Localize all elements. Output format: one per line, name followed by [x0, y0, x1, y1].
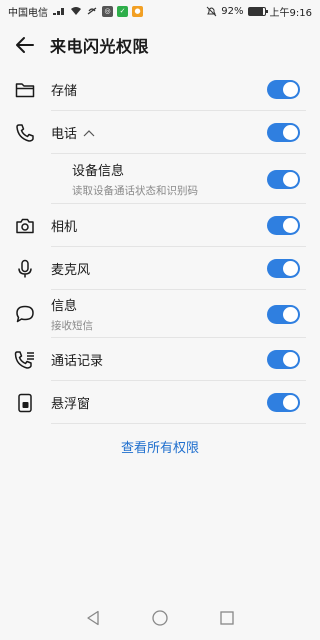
mute-notify-icon — [86, 6, 98, 16]
permission-row-camera[interactable]: 相机 — [0, 204, 320, 247]
permission-row-message[interactable]: 信息 接收短信 — [0, 290, 320, 338]
permission-row-phone[interactable]: 电话 — [0, 111, 320, 154]
device-info-toggle[interactable] — [267, 169, 300, 189]
camera-toggle[interactable] — [267, 216, 300, 235]
nav-recents-icon[interactable] — [217, 608, 237, 628]
permission-label: 存储 — [51, 84, 78, 99]
nav-back-icon[interactable] — [83, 608, 103, 628]
phone-icon — [14, 122, 36, 144]
page-title: 来电闪光权限 — [50, 37, 150, 56]
status-bar: 中国电信 ◎ ✓ ● 92% 上午9:16 — [0, 0, 320, 22]
permission-label: 悬浮窗 — [51, 397, 91, 412]
permission-row-microphone[interactable]: 麦克风 — [0, 247, 320, 290]
permission-row-storage[interactable]: 存储 — [0, 68, 320, 111]
nav-home-icon[interactable] — [150, 608, 170, 628]
permission-label: 通话记录 — [51, 354, 104, 369]
permission-description: 读取设备通话状态和识别码 — [72, 185, 198, 197]
signal-icon — [52, 6, 66, 16]
app-bar: 来电闪光权限 — [0, 22, 320, 68]
permission-label: 设备信息 — [72, 164, 125, 179]
call-log-toggle[interactable] — [267, 350, 300, 369]
microphone-icon — [14, 258, 36, 280]
floating-window-icon — [14, 392, 36, 414]
permission-row-call-log[interactable]: 通话记录 — [0, 338, 320, 381]
message-toggle[interactable] — [267, 304, 300, 324]
system-nav-bar — [0, 596, 320, 640]
message-icon — [14, 303, 36, 325]
back-arrow-icon[interactable] — [14, 34, 36, 56]
permission-label: 信息 — [51, 299, 78, 314]
carrier-label: 中国电信 — [8, 7, 48, 19]
microphone-toggle[interactable] — [267, 259, 300, 278]
permission-description: 接收短信 — [51, 320, 93, 332]
call-log-icon — [14, 349, 36, 371]
battery-percent: 92% — [221, 5, 244, 17]
folder-icon — [14, 79, 36, 101]
wifi-icon — [70, 6, 82, 16]
permission-label: 相机 — [51, 220, 78, 235]
battery-icon — [247, 6, 268, 16]
notify-badge-icon: ● — [132, 5, 143, 17]
permission-row-device-info[interactable]: 设备信息 读取设备通话状态和识别码 — [0, 154, 320, 204]
camera-icon — [14, 215, 36, 237]
wechat-icon: ✓ — [117, 5, 128, 17]
permission-row-floating-window[interactable]: 悬浮窗 — [0, 381, 320, 424]
permission-label: 麦克风 — [51, 263, 91, 278]
permission-label: 电话 — [51, 127, 78, 142]
floating-window-toggle[interactable] — [267, 393, 300, 412]
bell-off-icon — [206, 6, 217, 17]
permission-list: 存储 电话 设备信息 读取设备通话状态和识别码 相机 麦克风 信息 接收短信 通… — [0, 68, 320, 424]
storage-toggle[interactable] — [267, 80, 300, 99]
phone-toggle[interactable] — [267, 123, 300, 142]
clock: 上午9:16 — [269, 7, 312, 19]
chevron-up-icon[interactable] — [83, 129, 95, 137]
app-badge-icon: ◎ — [102, 5, 113, 17]
view-all-permissions-link[interactable]: 查看所有权限 — [0, 437, 320, 456]
